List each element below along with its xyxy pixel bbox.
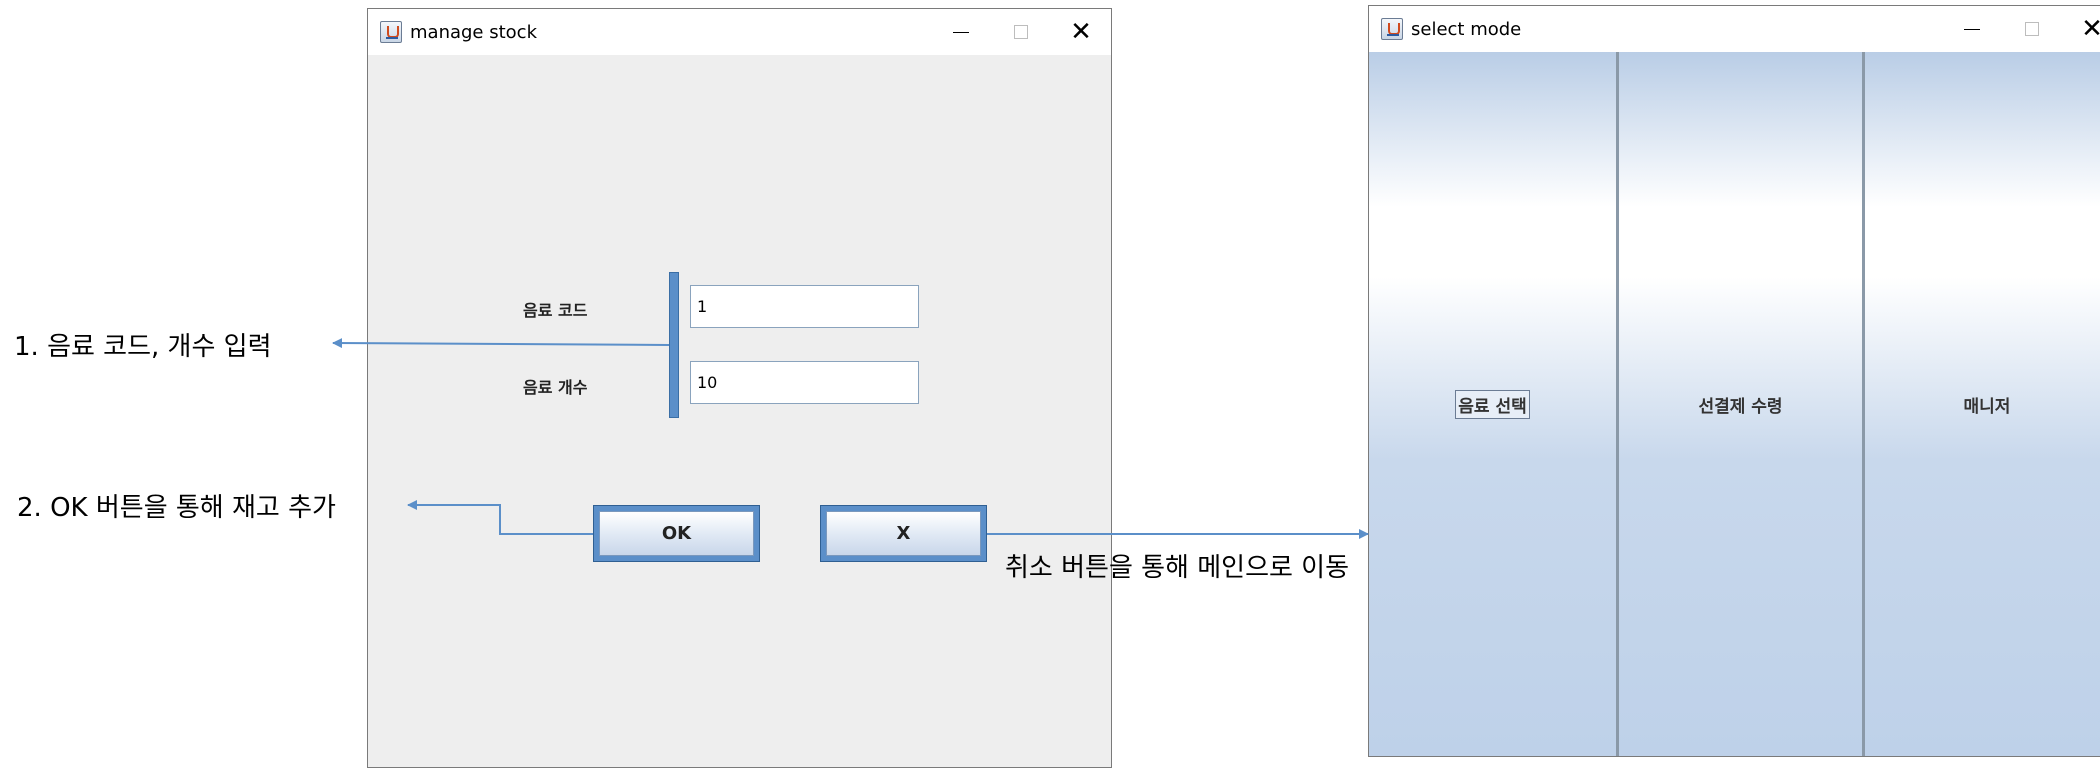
arrow-step1 bbox=[332, 338, 670, 349]
arrow-step2 bbox=[407, 500, 593, 535]
annotation-step2: 2. OK 버튼을 통해 재고 추가 bbox=[17, 493, 336, 523]
annotation-step3: 취소 버튼을 통해 메인으로 이동 bbox=[1005, 553, 1350, 583]
annotation-arrows bbox=[332, 338, 1369, 539]
annotation-step1: 1. 음료 코드, 개수 입력 bbox=[14, 332, 272, 362]
